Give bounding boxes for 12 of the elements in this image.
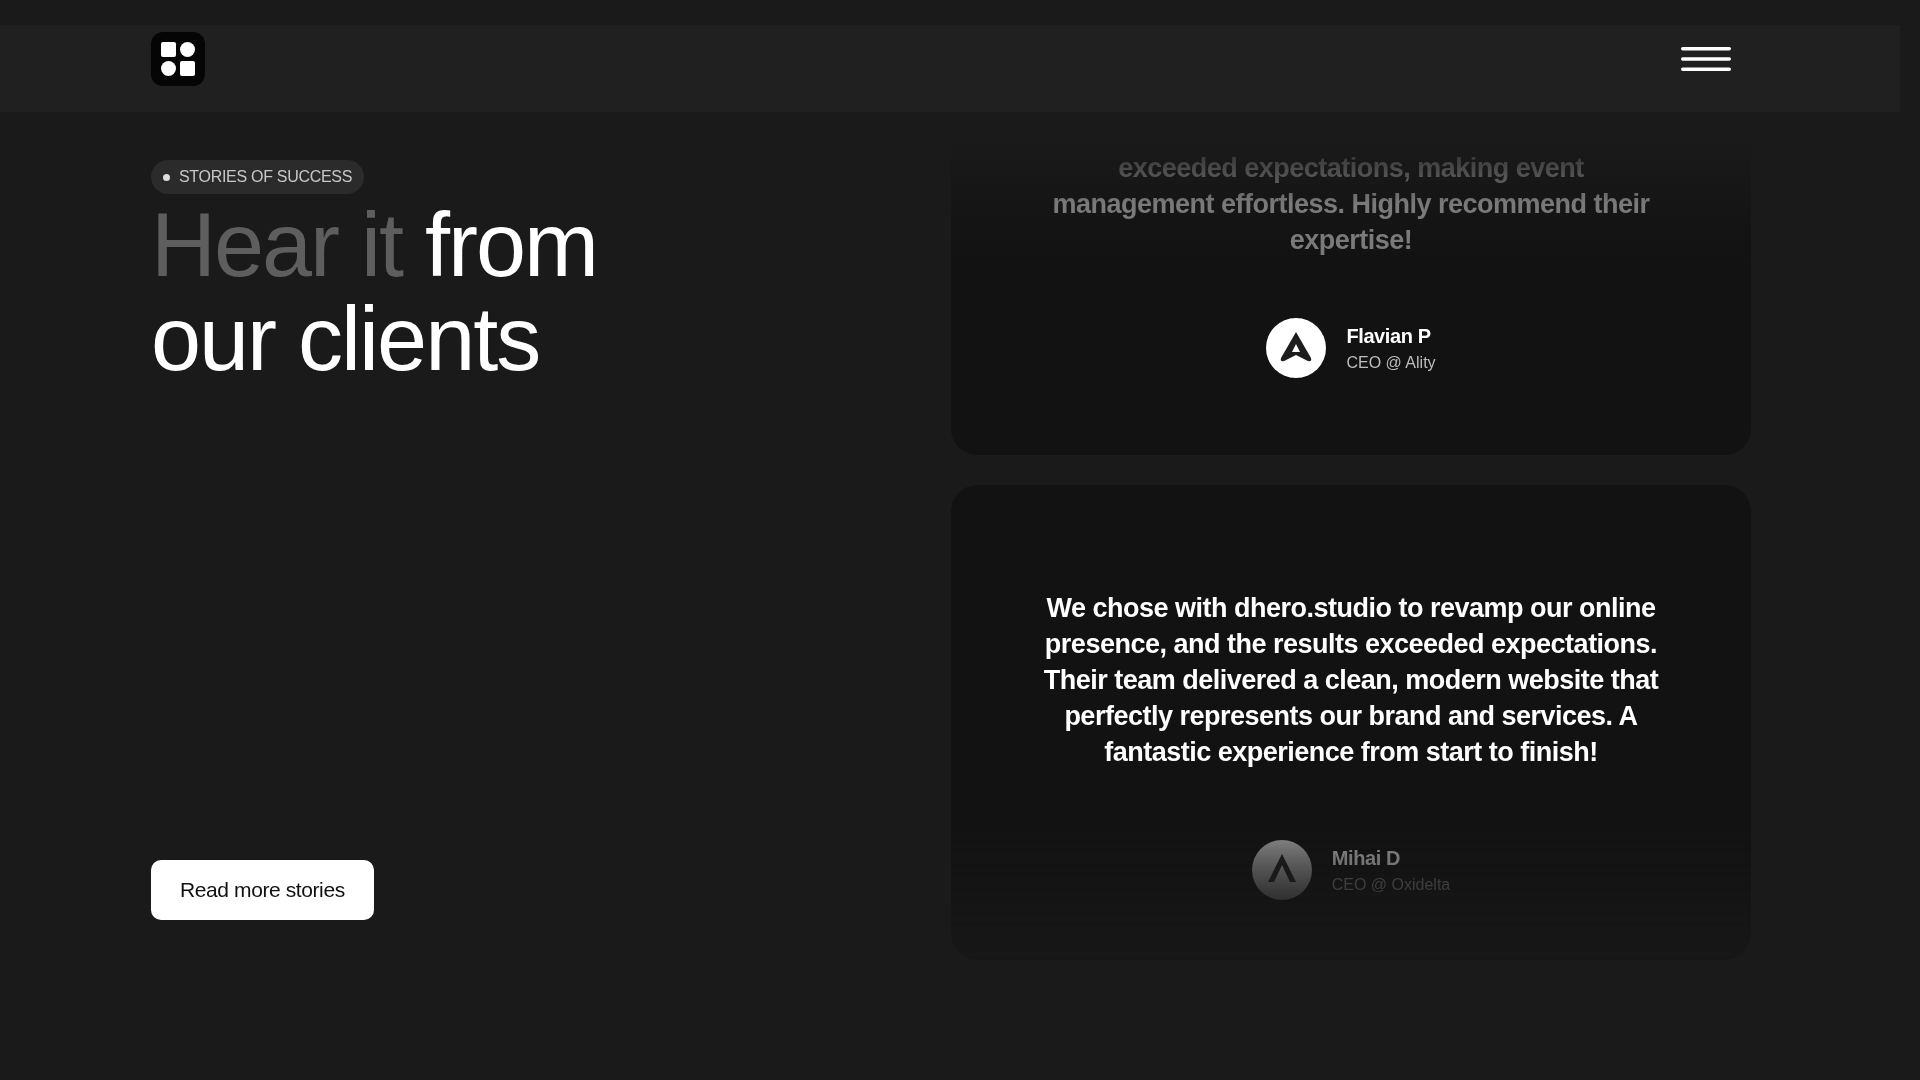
testimonial-quote: exceeded expectations, making event management effortless. Highly recommend their expertise! [1051,152,1651,257]
section-badge: STORIES OF SUCCESS [151,160,364,194]
testimonial-quote: We chose with dhero.studio to revamp our online presence, and the results exceeded expectations. Their team delivered a clean, modern website that perfectly represents our brand and services. A fantastic experience from start to finish! [1042,592,1660,769]
author-name: Flavian P [1346,324,1432,348]
logo-icon[interactable] [151,31,205,86]
author-name: Mihai D [1331,846,1402,870]
read-more-button[interactable]: Read more stories [151,860,374,920]
avatar-icon [1266,318,1327,378]
section-heading: Hear it from our clients [151,198,599,386]
avatar-icon [1251,840,1312,900]
menu-icon[interactable] [1681,46,1731,71]
author-role: CEO @ Ality [1346,353,1436,372]
